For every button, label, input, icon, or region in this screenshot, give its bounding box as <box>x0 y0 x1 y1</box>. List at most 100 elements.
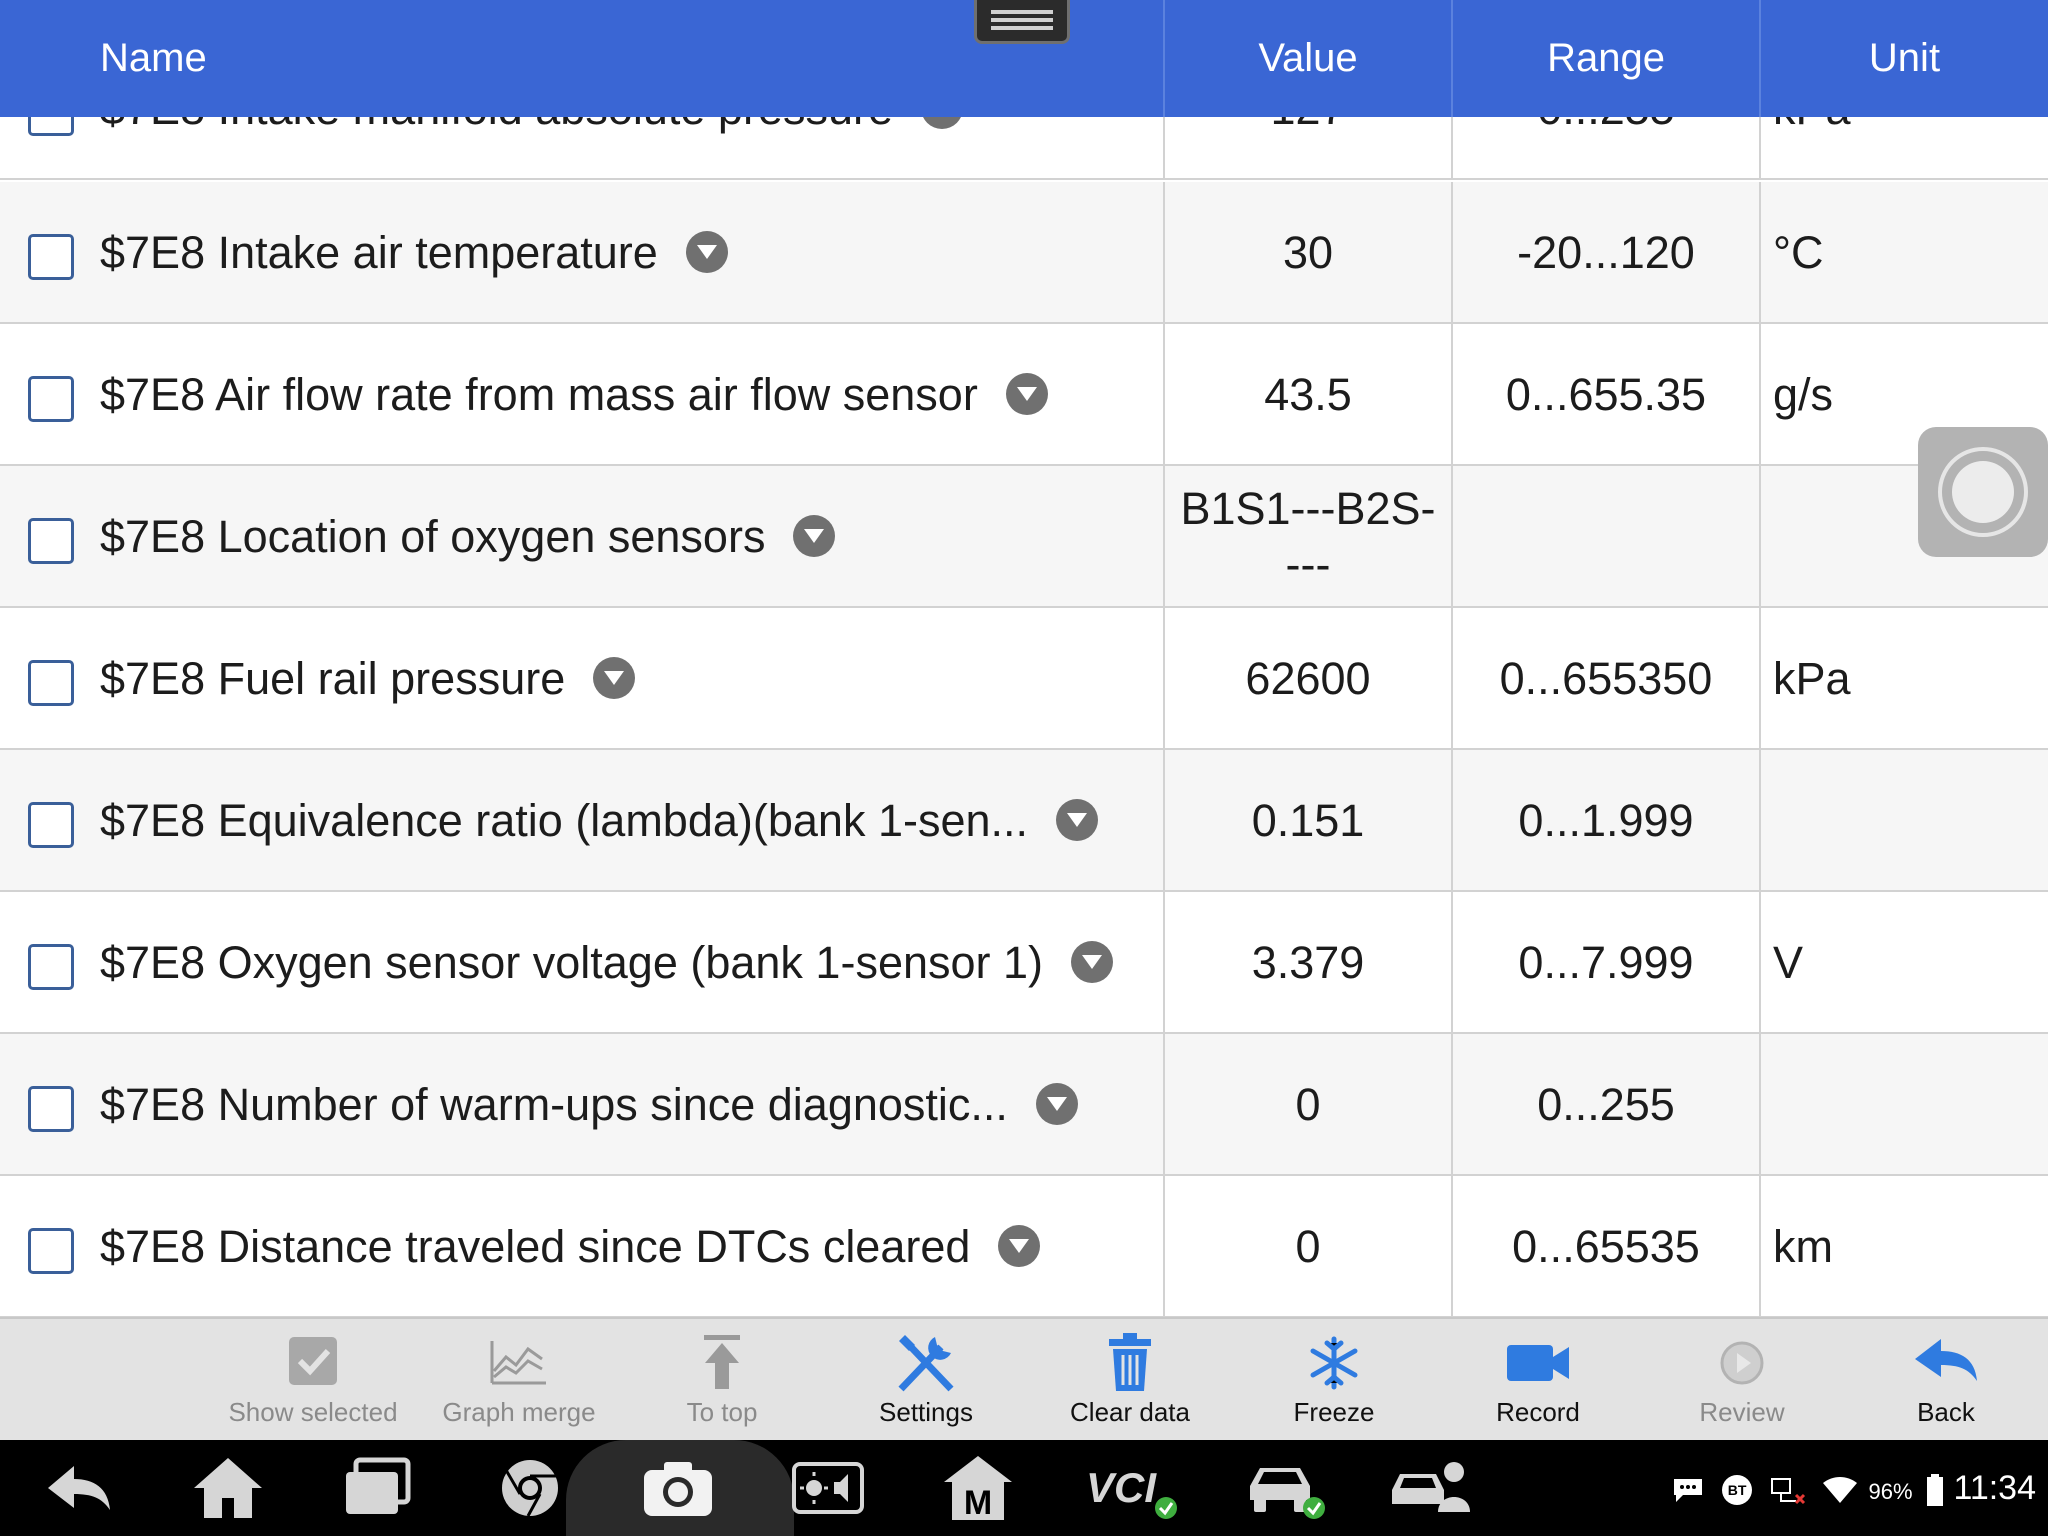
row-name: $7E8 Number of warm-ups since diagnostic… <box>100 1079 1008 1130</box>
row-range: 0...65535 <box>1512 1221 1700 1272</box>
row-unit: g/s <box>1773 369 1834 420</box>
drag-handle-icon[interactable] <box>974 0 1070 44</box>
row-unit: km <box>1773 1221 1833 1272</box>
maxisys-icon[interactable]: M <box>940 1452 1016 1524</box>
checkbox-icon <box>289 1337 337 1385</box>
row-value: 3.379 <box>1251 937 1365 988</box>
maxisys-label: M <box>964 1484 992 1522</box>
row-checkbox[interactable] <box>28 518 74 564</box>
dropdown-icon[interactable] <box>793 515 836 558</box>
row-range: 0...1.999 <box>1518 795 1694 846</box>
column-header-range[interactable]: Range <box>1453 0 1759 117</box>
ethernet-icon <box>1770 1478 1805 1505</box>
row-range: 0...255 <box>1453 117 1759 180</box>
column-header-unit[interactable]: Unit <box>1761 0 2048 117</box>
row-unit: °C <box>1773 227 1824 278</box>
row-name: $7E8 Equivalence ratio (lambda)(bank 1-s… <box>100 795 1029 846</box>
list-item[interactable]: $7E8 Intake manifold absolute pressure 1… <box>0 117 2048 180</box>
list-item[interactable]: $7E8 Number of warm-ups since diagnostic… <box>0 1034 2048 1176</box>
row-range <box>1453 466 1759 608</box>
freeze-button[interactable]: Freeze <box>1234 1319 1434 1442</box>
trash-icon <box>1109 1333 1151 1391</box>
bluetooth-icon: BT <box>1722 1475 1753 1506</box>
to-top-button[interactable]: To top <box>622 1319 822 1442</box>
row-name: $7E8 Intake manifold absolute pressure <box>100 117 893 134</box>
back-icon[interactable] <box>42 1452 118 1524</box>
row-unit: V <box>1773 937 1804 988</box>
assistive-touch-button[interactable] <box>1918 427 2048 557</box>
row-name: $7E8 Air flow rate from mass air flow se… <box>100 369 978 420</box>
row-name: $7E8 Intake air temperature <box>100 227 658 278</box>
dropdown-icon[interactable] <box>998 1225 1041 1268</box>
row-range: 0...655350 <box>1499 653 1713 704</box>
row-value: 43.5 <box>1264 369 1352 420</box>
video-camera-icon <box>1507 1345 1569 1381</box>
dropdown-icon[interactable] <box>1005 373 1048 416</box>
dropdown-icon[interactable] <box>1071 941 1114 984</box>
row-name-cell: $7E8 Distance traveled since DTCs cleare… <box>100 1176 1041 1317</box>
recent-apps-icon[interactable] <box>340 1452 416 1524</box>
row-checkbox[interactable] <box>28 1086 74 1132</box>
list-item[interactable]: $7E8 Location of oxygen sensors B1S1---B… <box>0 466 2048 608</box>
status-bar: BT 96% 11:34 <box>1671 1440 2036 1536</box>
dropdown-icon[interactable] <box>593 657 636 700</box>
dropdown-icon[interactable] <box>921 117 963 130</box>
home-icon[interactable] <box>190 1452 266 1524</box>
list-item[interactable]: $7E8 Air flow rate from mass air flow se… <box>0 324 2048 466</box>
row-name-cell: $7E8 Location of oxygen sensors <box>100 466 836 608</box>
list-item[interactable]: $7E8 Oxygen sensor voltage (bank 1-senso… <box>0 892 2048 1034</box>
graph-icon <box>490 1341 546 1385</box>
vci-icon[interactable]: VCI <box>1084 1452 1180 1524</box>
bottom-toolbar: Show selected Graph merge To top Setting… <box>0 1317 2048 1440</box>
row-name-cell: $7E8 Intake air temperature <box>100 182 728 324</box>
row-checkbox[interactable] <box>28 234 74 280</box>
row-name: $7E8 Distance traveled since DTCs cleare… <box>100 1221 971 1272</box>
row-checkbox[interactable] <box>28 1228 74 1274</box>
list-item[interactable]: $7E8 Equivalence ratio (lambda)(bank 1-s… <box>0 750 2048 892</box>
row-value: 0 <box>1295 1079 1321 1130</box>
row-checkbox[interactable] <box>28 944 74 990</box>
graph-merge-button[interactable]: Graph merge <box>419 1319 619 1442</box>
list-item[interactable]: $7E8 Intake air temperature 30 -20...120… <box>0 182 2048 324</box>
row-value: B1S1---B2S---- <box>1180 483 1436 590</box>
row-range: 0...255 <box>1537 1079 1675 1130</box>
row-name-cell: $7E8 Oxygen sensor voltage (bank 1-senso… <box>100 892 1114 1034</box>
row-unit: kPa <box>1773 653 1851 704</box>
row-range: -20...120 <box>1517 227 1695 278</box>
show-selected-button[interactable]: Show selected <box>213 1319 413 1442</box>
row-name-cell: $7E8 Air flow rate from mass air flow se… <box>100 324 1048 466</box>
clear-data-button[interactable]: Clear data <box>1030 1319 1230 1442</box>
column-header-value[interactable]: Value <box>1165 0 1451 117</box>
row-name: $7E8 Oxygen sensor voltage (bank 1-senso… <box>100 937 1044 988</box>
row-checkbox[interactable] <box>28 802 74 848</box>
back-button[interactable]: Back <box>1846 1319 2046 1442</box>
clock: 11:34 <box>1953 1469 2036 1507</box>
review-button[interactable]: Review <box>1642 1319 1842 1442</box>
row-checkbox[interactable] <box>28 376 74 422</box>
dropdown-icon[interactable] <box>1056 799 1099 842</box>
row-checkbox[interactable] <box>28 660 74 706</box>
settings-button[interactable]: Settings <box>826 1319 1026 1442</box>
camera-icon[interactable] <box>640 1452 716 1524</box>
row-range: 0...655.35 <box>1505 369 1707 420</box>
row-unit: kPa <box>1773 117 1851 180</box>
car-service-icon[interactable] <box>1388 1452 1474 1524</box>
snowflake-icon <box>1310 1336 1358 1390</box>
list-item[interactable]: $7E8 Fuel rail pressure 62600 0...655350… <box>0 608 2048 750</box>
vci-label: VCI <box>1086 1464 1157 1511</box>
column-header-name[interactable]: Name <box>100 0 207 117</box>
row-checkbox[interactable] <box>28 117 74 136</box>
row-name-cell: $7E8 Fuel rail pressure <box>100 608 636 750</box>
dropdown-icon[interactable] <box>1035 1083 1078 1126</box>
chat-icon <box>1673 1479 1702 1503</box>
record-button[interactable]: Record <box>1438 1319 1638 1442</box>
row-name-cell: $7E8 Equivalence ratio (lambda)(bank 1-s… <box>100 750 1099 892</box>
chrome-icon[interactable] <box>492 1452 568 1524</box>
dropdown-icon[interactable] <box>685 231 728 274</box>
data-list[interactable]: $7E8 Intake manifold absolute pressure 1… <box>0 117 2048 1317</box>
list-item[interactable]: $7E8 Distance traveled since DTCs cleare… <box>0 1176 2048 1317</box>
car-check-icon[interactable] <box>1244 1452 1330 1524</box>
wifi-icon <box>1823 1477 1858 1504</box>
row-name: $7E8 Location of oxygen sensors <box>100 511 766 562</box>
brightness-volume-icon[interactable] <box>790 1452 866 1524</box>
